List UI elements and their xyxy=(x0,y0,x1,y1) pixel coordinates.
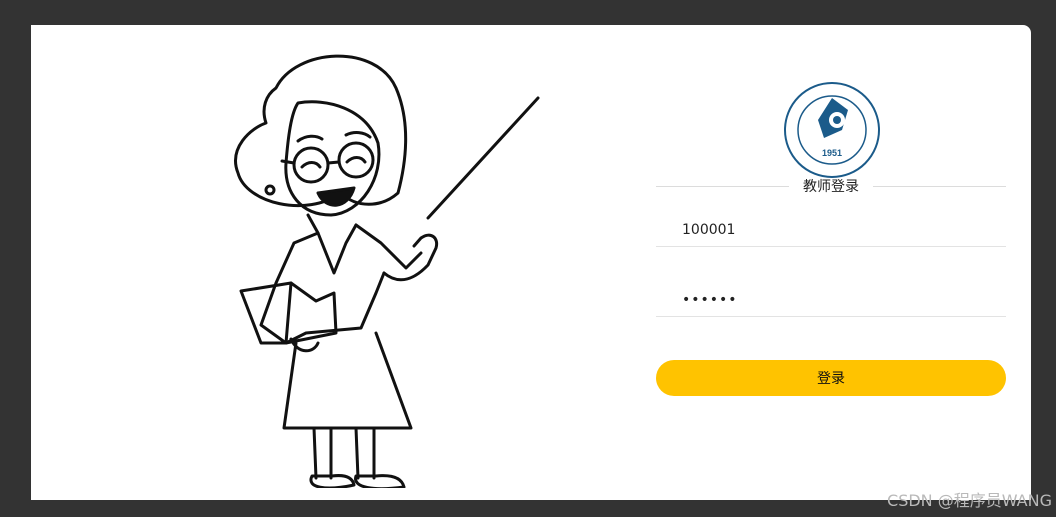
form-title-divider: 教师登录 xyxy=(656,175,1006,197)
login-card: 1951 教师登录 登录 xyxy=(31,25,1031,500)
logo-year: 1951 xyxy=(822,148,842,158)
password-field xyxy=(656,283,1006,317)
watermark: CSDN @程序员WANG xyxy=(887,491,1052,510)
divider-left xyxy=(656,185,789,187)
password-input[interactable] xyxy=(656,283,1006,316)
form-title: 教师登录 xyxy=(803,179,859,195)
username-input[interactable] xyxy=(656,213,1006,246)
login-button[interactable]: 登录 xyxy=(656,360,1006,396)
teacher-illustration xyxy=(234,54,540,488)
username-field xyxy=(656,213,1006,247)
university-logo: 1951 xyxy=(784,82,880,178)
divider-right xyxy=(873,185,1006,187)
